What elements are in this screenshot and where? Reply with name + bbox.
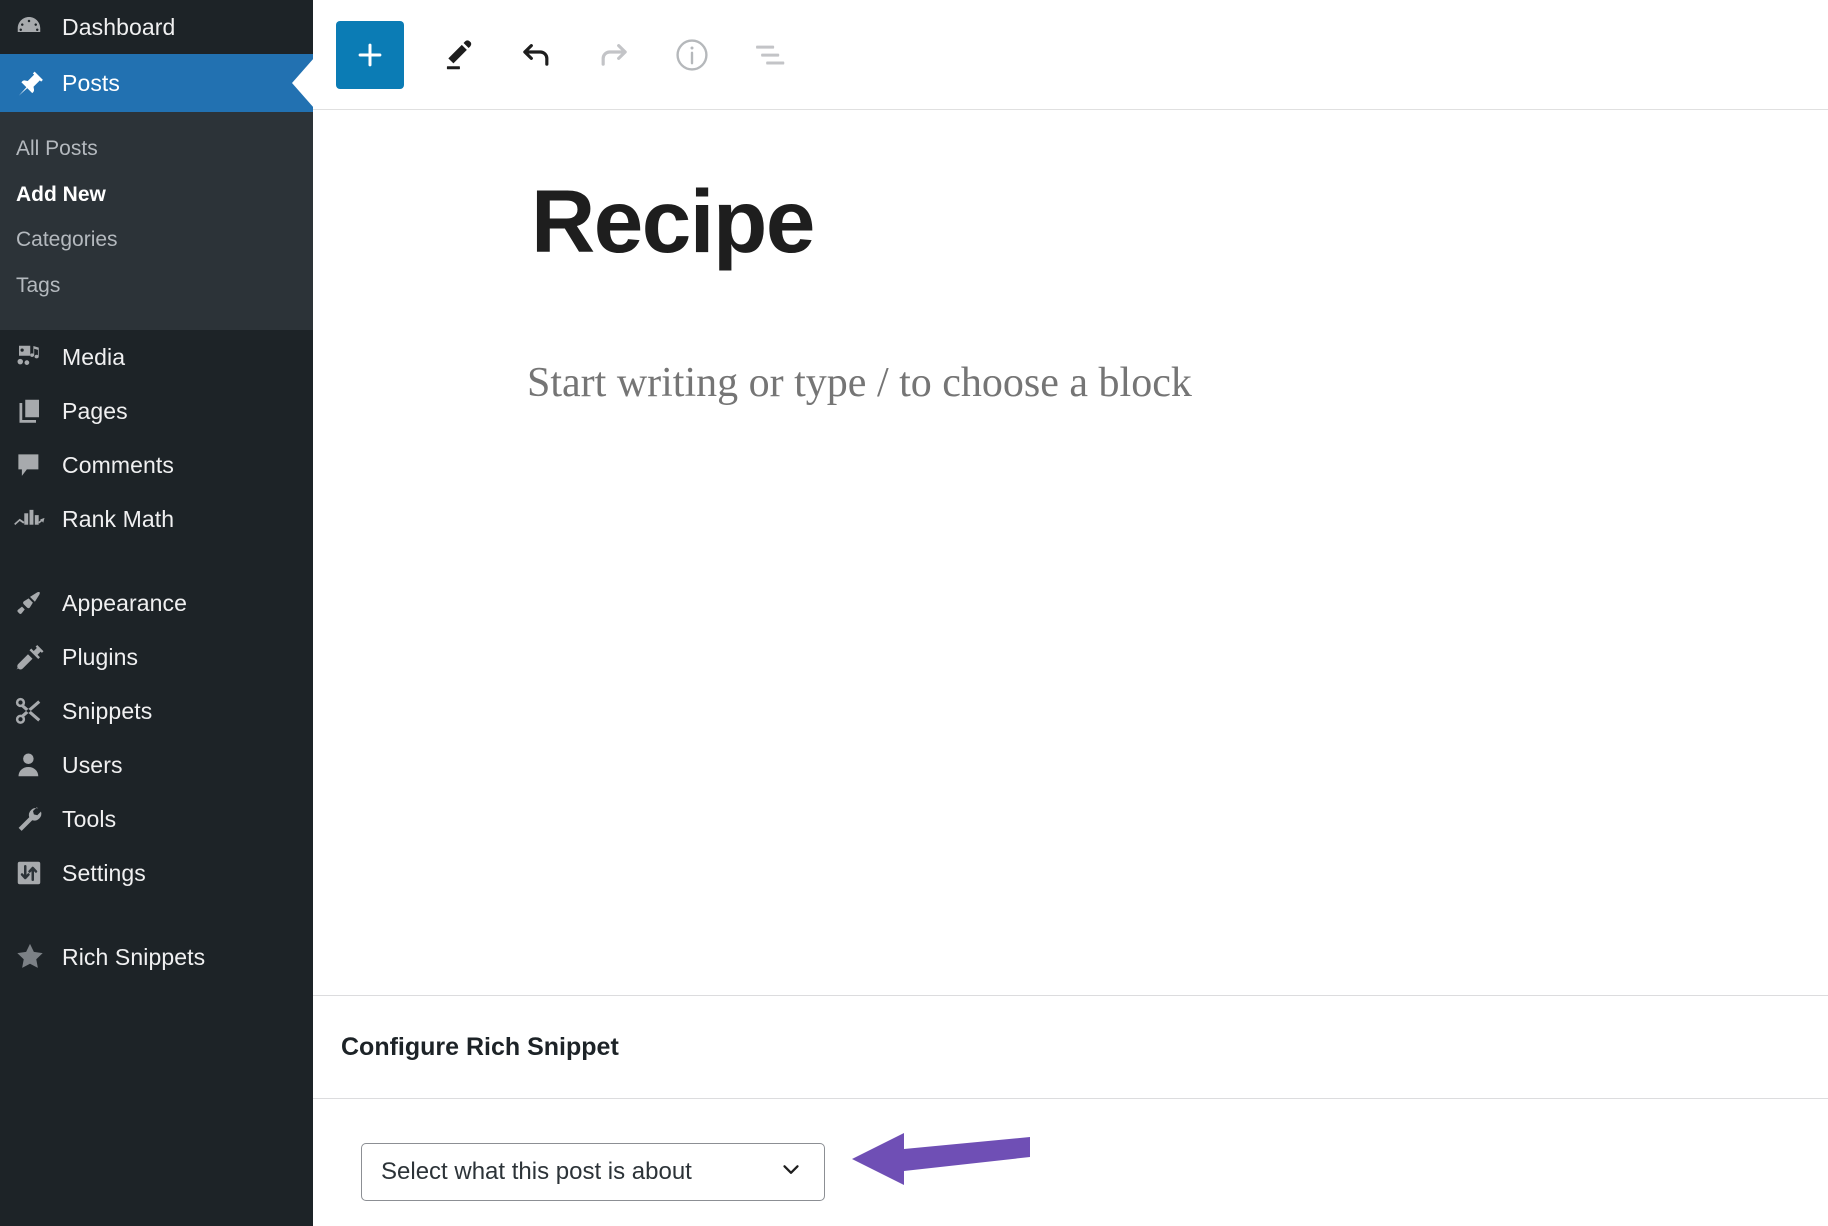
rank-math-chart-icon (14, 504, 62, 534)
sidebar-item-snippets[interactable]: Snippets (0, 684, 313, 738)
sidebar-item-rank-math[interactable]: Rank Math (0, 492, 313, 546)
sidebar-item-label: Users (62, 751, 123, 778)
sidebar-item-label: Rank Math (62, 505, 175, 532)
admin-sidebar: Dashboard Posts All Posts Add New Catego… (0, 0, 314, 1226)
sidebar-item-plugins[interactable]: Plugins (0, 630, 313, 684)
sidebar-item-rich-snippets[interactable]: Rich Snippets (0, 930, 313, 984)
sidebar-item-label: Settings (62, 859, 146, 886)
sidebar-item-label: Plugins (62, 643, 139, 670)
editor-top-toolbar (313, 0, 1828, 110)
comment-bubble-icon (14, 450, 62, 480)
sidebar-separator-1 (0, 546, 313, 576)
sidebar-item-pages[interactable]: Pages (0, 384, 313, 438)
add-block-button[interactable] (336, 20, 404, 89)
posts-submenu: All Posts Add New Categories Tags (0, 112, 313, 330)
sidebar-item-all-posts[interactable]: All Posts (0, 126, 313, 172)
wordpress-admin-screen: Dashboard Posts All Posts Add New Catego… (0, 0, 1828, 1226)
sidebar-item-label: Rich Snippets (62, 943, 206, 970)
block-placeholder-text[interactable]: Start writing or type / to choose a bloc… (313, 272, 1828, 413)
sidebar-item-label: Comments (62, 451, 174, 478)
sidebar-item-label: Snippets (62, 697, 153, 724)
sliders-icon (14, 858, 62, 888)
rich-snippet-type-select[interactable]: Select what this post is about (361, 1143, 825, 1201)
sidebar-item-tags[interactable]: Tags (0, 263, 313, 309)
star-icon (14, 941, 62, 973)
sidebar-item-tools[interactable]: Tools (0, 792, 313, 846)
dashboard-gauge-icon (14, 12, 62, 42)
pages-icon (14, 396, 62, 426)
editor-main: Recipe Start writing or type / to choose… (313, 0, 1828, 1226)
redo-button[interactable] (578, 19, 650, 91)
sidebar-item-label: Dashboard (62, 13, 176, 40)
rich-snippet-body: Select what this post is about (313, 1099, 1828, 1201)
sidebar-item-label: Pages (62, 397, 128, 424)
sidebar-item-users[interactable]: Users (0, 738, 313, 792)
undo-button[interactable] (500, 19, 572, 91)
sidebar-item-dashboard[interactable]: Dashboard (0, 0, 313, 54)
current-menu-notch (292, 58, 314, 108)
sidebar-item-categories[interactable]: Categories (0, 217, 313, 263)
sidebar-item-label: Appearance (62, 589, 188, 616)
chevron-down-icon (778, 1156, 804, 1189)
list-view-button[interactable] (734, 19, 806, 91)
plug-icon (14, 642, 62, 672)
user-icon (14, 750, 62, 780)
media-icon (14, 342, 62, 372)
paintbrush-icon (14, 588, 62, 618)
tools-button[interactable] (422, 19, 494, 91)
sidebar-separator-2 (0, 900, 313, 930)
sidebar-item-add-new[interactable]: Add New (0, 172, 313, 218)
editor-canvas[interactable]: Recipe Start writing or type / to choose… (313, 110, 1828, 995)
pin-icon (14, 68, 62, 98)
sidebar-item-label: Media (62, 343, 126, 370)
sidebar-item-appearance[interactable]: Appearance (0, 576, 313, 630)
wrench-icon (14, 804, 62, 834)
sidebar-item-posts[interactable]: Posts (0, 54, 314, 112)
scissors-icon (14, 696, 62, 726)
rich-snippet-select-value: Select what this post is about (381, 1158, 692, 1185)
post-title[interactable]: Recipe (313, 110, 1828, 272)
sidebar-item-comments[interactable]: Comments (0, 438, 313, 492)
sidebar-item-media[interactable]: Media (0, 330, 313, 384)
details-button[interactable] (656, 19, 728, 91)
configure-rich-snippet-section: Configure Rich Snippet Select what this … (313, 995, 1828, 1201)
sidebar-item-label: Posts (62, 69, 121, 96)
sidebar-item-settings[interactable]: Settings (0, 846, 313, 900)
sidebar-item-label: Tools (62, 805, 117, 832)
rich-snippet-heading: Configure Rich Snippet (313, 996, 1828, 1099)
